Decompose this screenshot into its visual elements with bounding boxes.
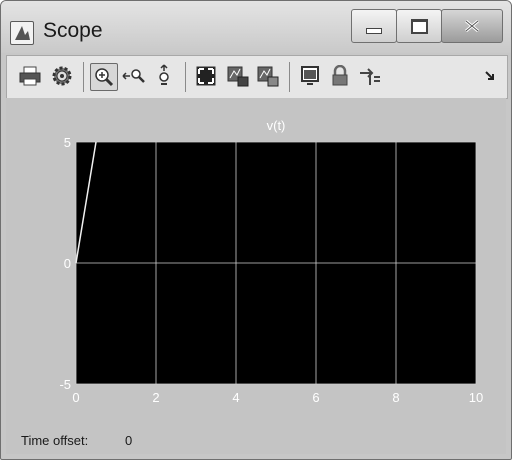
window-controls [351, 9, 503, 43]
zoom-in-icon [95, 68, 114, 87]
parameters-button[interactable] [49, 63, 75, 89]
zoom-y-icon [159, 64, 169, 85]
scope-window: Scope v(t) 0 2 4 6 8 10 5 0 -5 Time offs… [0, 0, 512, 460]
gear-icon [52, 66, 72, 86]
x-tick-label: 0 [72, 390, 79, 405]
y-tick-label: -5 [59, 377, 71, 392]
lock-axes-button[interactable] [327, 63, 353, 89]
floating-scope-button[interactable] [297, 63, 323, 89]
toolbar-separator [185, 62, 186, 92]
maximize-icon [410, 18, 428, 34]
y-tick-label: 0 [64, 256, 71, 271]
close-button[interactable] [441, 9, 503, 43]
autoscale-icon [196, 66, 216, 86]
zoom-x-icon [122, 69, 145, 83]
y-tick-label: 5 [64, 135, 71, 150]
scope-plot[interactable]: v(t) 0 2 4 6 8 1050-5 [6, 98, 506, 454]
zoom-in-button[interactable] [90, 63, 118, 91]
signal-selector-icon [360, 68, 380, 85]
x-tick-label: 2 [152, 390, 159, 405]
print-button[interactable] [17, 63, 43, 89]
time-offset-value: 0 [125, 433, 133, 448]
scope-toolbar [6, 55, 508, 99]
save-axes-icon [227, 66, 249, 87]
x-tick-label: 6 [312, 390, 319, 405]
plot-title: v(t) [267, 118, 286, 133]
minimize-icon [366, 28, 382, 34]
dock-button[interactable] [477, 63, 503, 89]
toolbar-separator [289, 62, 290, 92]
maximize-button[interactable] [396, 9, 442, 43]
floating-scope-icon [301, 66, 319, 85]
x-tick-label: 4 [232, 390, 239, 405]
restore-axes-icon [257, 66, 279, 87]
minimize-button[interactable] [351, 9, 397, 43]
autoscale-button[interactable] [193, 63, 219, 89]
save-axes-button[interactable] [225, 63, 251, 89]
x-tick-label: 8 [392, 390, 399, 405]
scope-app-icon[interactable] [10, 21, 34, 45]
close-icon [465, 19, 479, 33]
restore-axes-button[interactable] [255, 63, 281, 89]
x-tick-label: 10 [469, 390, 483, 405]
dock-arrow-icon [485, 71, 494, 80]
lock-icon [332, 65, 348, 86]
printer-icon [19, 66, 41, 86]
window-title: Scope [43, 19, 103, 42]
toolbar-separator [83, 62, 84, 92]
zoom-y-button[interactable] [151, 63, 177, 89]
time-offset-label: Time offset: [21, 433, 89, 448]
signal-selection-button[interactable] [357, 63, 383, 89]
title-bar[interactable]: Scope [1, 1, 511, 53]
plot-area: v(t) 0 2 4 6 8 10 5 0 -5 [6, 98, 506, 454]
zoom-x-button[interactable] [121, 63, 147, 89]
